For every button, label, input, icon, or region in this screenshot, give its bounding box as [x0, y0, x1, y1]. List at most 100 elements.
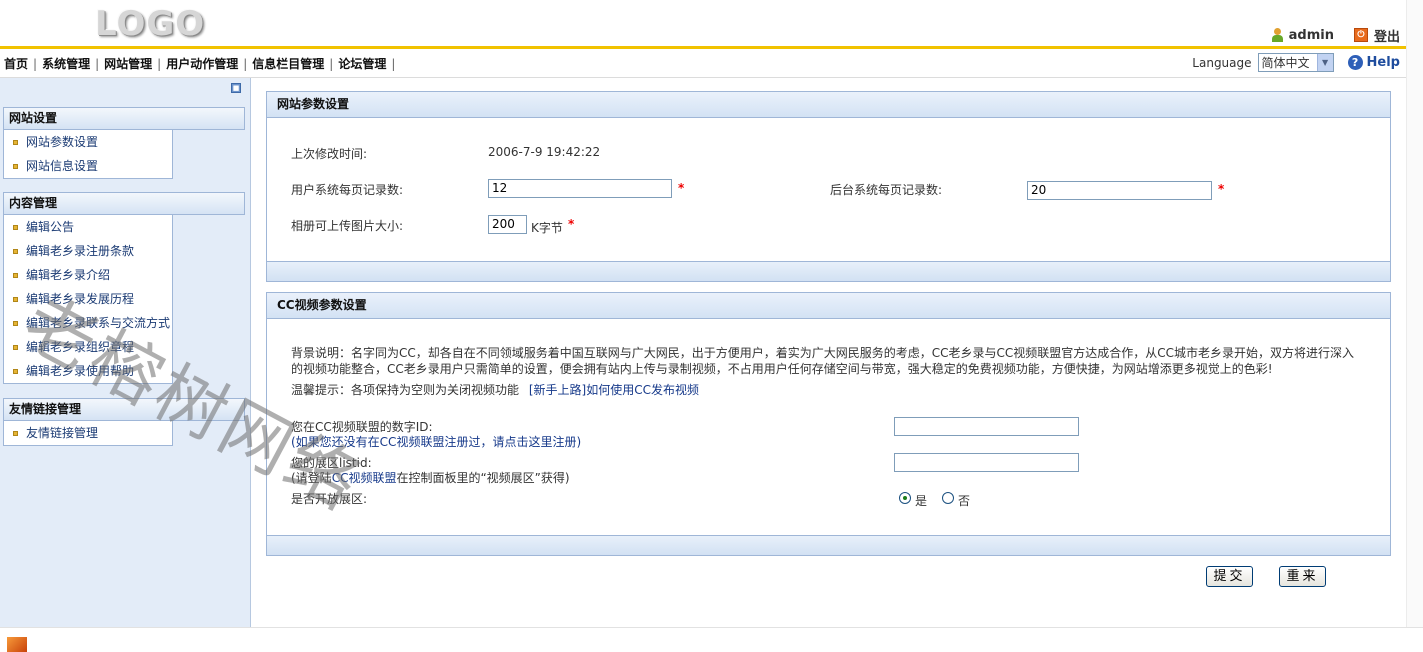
nav-item-site[interactable]: 网站管理 [100, 55, 156, 72]
help-label: Help [1366, 55, 1400, 70]
listid-hint-prefix: (请登陆 [291, 471, 332, 485]
bullet-icon [13, 368, 18, 374]
sidebar-group-title: 内容管理 [3, 192, 245, 215]
reset-button[interactable]: 重来 [1279, 566, 1326, 587]
howto-link[interactable]: [新手上路]如何使用CC发布视频 [529, 383, 699, 397]
background-line: 背景说明：名字同为CC，却各自在不同领域服务着中国互联网与广大网民，出于方便用户… [291, 346, 1355, 360]
bullet-icon [13, 272, 18, 278]
nav-item-forum[interactable]: 论坛管理 [334, 55, 390, 72]
sidebar-group-list: 网站参数设置 网站信息设置 [3, 130, 173, 179]
sidebar-item-label: 编辑老乡录组织章程 [26, 340, 135, 354]
chevron-down-icon[interactable]: ▼ [1316, 54, 1333, 71]
sidebar-item-contact[interactable]: 编辑老乡录联系与交流方式 [4, 311, 172, 335]
help-link[interactable]: ? Help [1347, 55, 1400, 70]
bullet-icon [13, 344, 18, 350]
cc-union-link[interactable]: CC视频联盟 [332, 471, 397, 485]
sidebar-item-label: 编辑老乡录注册条款 [26, 244, 135, 258]
submit-button[interactable]: 提交 [1206, 566, 1253, 587]
sidebar-item-notice[interactable]: 编辑公告 [4, 215, 172, 239]
sidebar-item-site-params[interactable]: 网站参数设置 [4, 130, 172, 154]
help-icon: ? [1347, 55, 1363, 70]
bullet-icon [13, 430, 18, 436]
tip-row: 温馨提示：各项保持为空则为关闭视频功能 [新手上路]如何使用CC发布视频 [291, 382, 1371, 398]
album-size-label: 相册可上传图片大小: [291, 219, 404, 233]
user-page-size-input[interactable]: 12 [488, 179, 672, 198]
last-modified-label: 上次修改时间: [291, 147, 368, 161]
bullet-icon [13, 320, 18, 326]
language-area: Language 简体中文 ▼ ? Help [1192, 53, 1400, 72]
sidebar-item-label: 编辑老乡录联系与交流方式 [26, 316, 171, 330]
site-params-panel: 网站参数设置 上次修改时间: 2006-7-9 19:42:22 用户系统每页记… [266, 91, 1391, 282]
cc-id-input[interactable] [894, 417, 1079, 436]
sidebar-item-label: 编辑老乡录使用帮助 [26, 364, 135, 378]
sidebar-item-history[interactable]: 编辑老乡录发展历程 [4, 287, 172, 311]
open-no-radio[interactable] [942, 492, 954, 504]
listid-hint: (请登陆CC视频联盟在控制面板里的“视频展区”获得) [291, 469, 570, 486]
collapse-sidebar-icon[interactable]: ■ [231, 83, 241, 93]
footer [0, 627, 1423, 652]
main-content: 网站参数设置 上次修改时间: 2006-7-9 19:42:22 用户系统每页记… [252, 78, 1406, 627]
background-description: 背景说明：名字同为CC，却各自在不同领域服务着中国互联网与广大网民，出于方便用户… [291, 345, 1371, 377]
main-nav: 首页 | 系统管理 | 网站管理 | 用户动作管理 | 信息栏目管理 | 论坛管… [4, 55, 396, 72]
language-selected: 简体中文 [1261, 56, 1310, 70]
bullet-icon [13, 296, 18, 302]
logout-link[interactable]: 登出 [1374, 26, 1400, 45]
sidebar-item-label: 网站参数设置 [26, 135, 99, 149]
sidebar-item-label: 编辑老乡录发展历程 [26, 292, 135, 306]
panel-title: CC视频参数设置 [267, 293, 1390, 319]
footer-logo-icon [7, 637, 27, 652]
required-mark: * [1218, 182, 1225, 196]
sidebar-item-site-info[interactable]: 网站信息设置 [4, 154, 172, 178]
panel-footer [267, 535, 1390, 555]
tip-text: 温馨提示：各项保持为空则为关闭视频功能 [291, 383, 520, 397]
open-yes-label[interactable]: 是 [915, 492, 927, 509]
admin-page-size-label: 后台系统每页记录数: [830, 183, 943, 197]
admin-page-size-input[interactable]: 20 [1027, 181, 1212, 200]
logout-icon[interactable]: ⏻ [1353, 28, 1368, 42]
sidebar-group-title: 友情链接管理 [3, 398, 245, 421]
username: admin [1288, 27, 1334, 43]
vertical-scrollbar[interactable] [1406, 0, 1423, 627]
sidebar-item-charter[interactable]: 编辑老乡录组织章程 [4, 335, 172, 359]
menubar: 首页 | 系统管理 | 网站管理 | 用户动作管理 | 信息栏目管理 | 论坛管… [0, 46, 1406, 78]
listid-hint-suffix: 在控制面板里的“视频展区”获得) [396, 471, 570, 485]
language-label: Language [1192, 55, 1252, 70]
panel-title: 网站参数设置 [267, 92, 1390, 118]
last-modified-value: 2006-7-9 19:42:22 [488, 145, 601, 159]
cc-params-panel: CC视频参数设置 背景说明：名字同为CC，却各自在不同领域服务着中国互联网与广大… [266, 292, 1391, 556]
header: LOGO admin ⏻ 登出 [0, 0, 1406, 46]
sidebar-item-terms[interactable]: 编辑老乡录注册条款 [4, 239, 172, 263]
nav-item-home[interactable]: 首页 [4, 55, 32, 72]
user-area: admin ⏻ 登出 [1271, 26, 1400, 45]
bullet-icon [13, 163, 18, 169]
required-mark: * [568, 217, 575, 231]
album-size-input[interactable]: 200 [488, 215, 527, 234]
bullet-icon [13, 139, 18, 145]
bullet-icon [13, 224, 18, 230]
nav-item-user-actions[interactable]: 用户动作管理 [162, 55, 242, 72]
sidebar-item-label: 网站信息设置 [26, 159, 99, 173]
register-link[interactable]: (如果您还没有在CC视频联盟注册过，请点击这里注册) [291, 433, 581, 450]
sidebar-group-list: 编辑公告 编辑老乡录注册条款 编辑老乡录介绍 编辑老乡录发展历程 编辑老乡录联系… [3, 215, 173, 384]
language-select[interactable]: 简体中文 ▼ [1257, 53, 1334, 72]
sidebar-item-intro[interactable]: 编辑老乡录介绍 [4, 263, 172, 287]
sidebar-group-list: 友情链接管理 [3, 421, 173, 446]
required-mark: * [678, 181, 685, 195]
bullet-icon [13, 248, 18, 254]
nav-item-system[interactable]: 系统管理 [38, 55, 94, 72]
sidebar-group-title: 网站设置 [3, 107, 245, 130]
sidebar-item-label: 编辑公告 [26, 220, 75, 234]
logo: LOGO [95, 4, 206, 44]
open-zone-label: 是否开放展区: [291, 492, 368, 506]
nav-separator: | [391, 56, 396, 71]
sidebar-item-help[interactable]: 编辑老乡录使用帮助 [4, 359, 172, 383]
listid-input[interactable] [894, 453, 1079, 472]
background-line: 的视频功能整合，CC老乡录用户只需简单的设置，便会拥有站内上传与录制视频，不占用… [291, 362, 1273, 376]
panel-footer [267, 261, 1390, 281]
sidebar-item-label: 友情链接管理 [26, 426, 99, 440]
album-size-unit: K字节 [531, 221, 563, 235]
open-yes-radio[interactable] [899, 492, 911, 504]
sidebar-item-links[interactable]: 友情链接管理 [4, 421, 172, 445]
open-no-label[interactable]: 否 [958, 492, 970, 509]
nav-item-info-columns[interactable]: 信息栏目管理 [248, 55, 328, 72]
